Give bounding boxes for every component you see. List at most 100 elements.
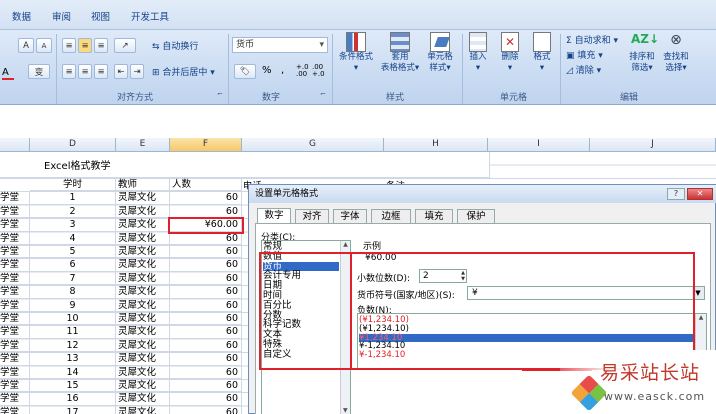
- table-cell[interactable]: 学堂: [0, 365, 30, 379]
- insert-button[interactable]: 插入 ▾: [464, 32, 492, 74]
- table-cell[interactable]: 学堂: [0, 231, 30, 245]
- table-cell[interactable]: 5: [30, 245, 116, 259]
- conditional-format-button[interactable]: 条件格式 ▾: [336, 32, 376, 74]
- align-center-button[interactable]: ≡: [78, 64, 92, 79]
- table-cell[interactable]: 学堂: [0, 204, 30, 219]
- merge-center-button[interactable]: ⊞ 合并后居中 ▾: [152, 65, 215, 78]
- table-cell[interactable]: 灵犀文化: [116, 204, 170, 219]
- table-cell[interactable]: 学堂: [0, 218, 30, 232]
- align-left-button[interactable]: ≡: [62, 64, 76, 79]
- dialog-launcher-icon[interactable]: ⌐: [320, 90, 326, 98]
- menu-developer[interactable]: 开发工具: [131, 9, 169, 23]
- increase-decimal-button[interactable]: +.0 .00: [296, 64, 310, 78]
- table-cell[interactable]: 学堂: [0, 338, 30, 353]
- table-cell[interactable]: 8: [30, 285, 116, 299]
- table-cell[interactable]: 灵犀文化: [116, 231, 170, 245]
- column-header-d[interactable]: D: [30, 138, 116, 152]
- table-cell[interactable]: 学堂: [0, 352, 30, 366]
- table-cell[interactable]: 17: [30, 405, 116, 414]
- header-cell[interactable]: 教师: [116, 178, 170, 192]
- table-cell[interactable]: 灵犀文化: [116, 245, 170, 259]
- menu-data[interactable]: 数据: [12, 9, 31, 23]
- table-cell[interactable]: 灵犀文化: [116, 365, 170, 379]
- dialog-launcher-icon[interactable]: ⌐: [217, 90, 223, 98]
- format-button[interactable]: 格式 ▾: [528, 32, 556, 74]
- percent-button[interactable]: %: [262, 65, 272, 76]
- align-bottom-button[interactable]: ≡: [94, 38, 108, 53]
- table-cell[interactable]: 15: [30, 379, 116, 393]
- table-cell[interactable]: 60: [170, 325, 242, 339]
- table-cell[interactable]: 灵犀文化: [116, 191, 170, 205]
- table-cell[interactable]: 7: [30, 271, 116, 286]
- table-cell[interactable]: 学堂: [0, 405, 30, 414]
- table-cell[interactable]: 灵犀文化: [116, 218, 170, 232]
- table-cell[interactable]: 60: [170, 338, 242, 353]
- number-format-combo[interactable]: 货币 ▾: [232, 37, 328, 53]
- table-cell[interactable]: 学堂: [0, 285, 30, 299]
- table-cell[interactable]: 学堂: [0, 258, 30, 272]
- table-cell[interactable]: 1: [30, 191, 116, 205]
- table-cell[interactable]: 灵犀文化: [116, 405, 170, 414]
- clear-button[interactable]: ◿ 清除 ▾: [566, 63, 601, 76]
- table-cell[interactable]: 灵犀文化: [116, 379, 170, 393]
- table-cell[interactable]: 14: [30, 365, 116, 379]
- table-cell[interactable]: 60: [170, 258, 242, 272]
- column-header-i[interactable]: I: [488, 138, 590, 152]
- table-cell[interactable]: 4: [30, 231, 116, 245]
- column-header-j[interactable]: J: [590, 138, 716, 152]
- table-cell[interactable]: 2: [30, 204, 116, 219]
- header-cell[interactable]: 学时: [30, 178, 116, 192]
- table-cell[interactable]: 灵犀文化: [116, 285, 170, 299]
- align-top-button[interactable]: ≡: [62, 38, 76, 53]
- tab-border[interactable]: 边框: [371, 209, 411, 223]
- currency-button[interactable]: 🏷: [234, 64, 256, 79]
- table-cell[interactable]: 学堂: [0, 298, 30, 312]
- table-cell[interactable]: 6: [30, 258, 116, 272]
- decrease-indent-button[interactable]: ⇤: [114, 64, 128, 79]
- align-middle-button[interactable]: ≡: [78, 38, 92, 53]
- table-cell[interactable]: 3: [30, 218, 116, 232]
- table-cell[interactable]: 学堂: [0, 312, 30, 326]
- table-cell[interactable]: 13: [30, 352, 116, 366]
- table-cell[interactable]: 60: [170, 352, 242, 366]
- table-cell[interactable]: 灵犀文化: [116, 325, 170, 339]
- table-cell[interactable]: 灵犀文化: [116, 298, 170, 312]
- fill-button[interactable]: ▣ 填充 ▾: [566, 48, 603, 61]
- find-select-button[interactable]: ⊗ 查找和 选择▾: [660, 32, 692, 74]
- table-cell[interactable]: 60: [170, 379, 242, 393]
- table-cell[interactable]: 60: [170, 365, 242, 379]
- column-header-h[interactable]: H: [384, 138, 488, 152]
- menu-review[interactable]: 审阅: [52, 9, 71, 23]
- table-cell[interactable]: 60: [170, 392, 242, 406]
- column-header-f[interactable]: F: [170, 138, 242, 152]
- menu-view[interactable]: 视图: [91, 9, 110, 23]
- table-cell[interactable]: 灵犀文化: [116, 338, 170, 353]
- phonetic-button[interactable]: 变: [28, 64, 50, 79]
- table-cell[interactable]: 9: [30, 298, 116, 312]
- column-header-g[interactable]: G: [242, 138, 384, 152]
- title-cell[interactable]: Excel格式教学: [0, 152, 490, 178]
- table-cell[interactable]: 学堂: [0, 245, 30, 259]
- help-button[interactable]: ?: [667, 188, 685, 200]
- table-cell[interactable]: 灵犀文化: [116, 352, 170, 366]
- table-cell[interactable]: 学堂: [0, 325, 30, 339]
- table-cell[interactable]: 60: [170, 298, 242, 312]
- tab-alignment[interactable]: 对齐: [295, 209, 329, 223]
- font-color-button[interactable]: A: [2, 67, 20, 80]
- close-button[interactable]: ✕: [687, 188, 713, 200]
- table-cell[interactable]: 灵犀文化: [116, 312, 170, 326]
- tab-protection[interactable]: 保护: [457, 209, 495, 223]
- table-cell[interactable]: 12: [30, 338, 116, 353]
- decrease-decimal-button[interactable]: .00 +.0: [312, 64, 326, 78]
- comma-button[interactable]: ,: [281, 65, 284, 76]
- wrap-text-button[interactable]: ⇆ 自动换行: [152, 39, 198, 52]
- sort-filter-button[interactable]: AZ↓ 排序和 筛选▾: [626, 32, 659, 74]
- table-cell[interactable]: 60: [170, 285, 242, 299]
- tab-font[interactable]: 字体: [333, 209, 367, 223]
- align-right-button[interactable]: ≡: [94, 64, 108, 79]
- table-cell[interactable]: 11: [30, 325, 116, 339]
- table-format-button[interactable]: 套用 表格格式▾: [378, 32, 422, 74]
- table-cell[interactable]: 学堂: [0, 271, 30, 286]
- table-cell[interactable]: 学堂: [0, 379, 30, 393]
- increase-indent-button[interactable]: ⇥: [130, 64, 144, 79]
